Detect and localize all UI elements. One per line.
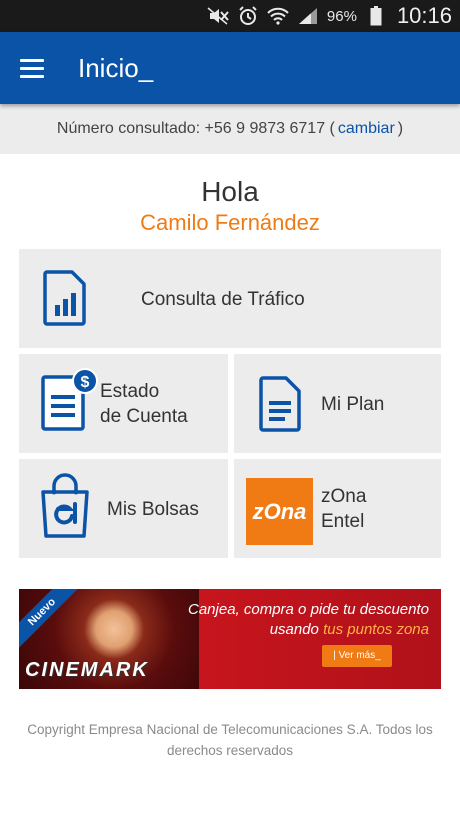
bill-dollar-icon: $ xyxy=(41,367,99,438)
change-number-link[interactable]: cambiar xyxy=(338,120,395,138)
zona-logo-text: zOna xyxy=(252,498,307,524)
my-plan-tile[interactable]: Mi Plan xyxy=(234,354,441,453)
zona-entel-label-line2: Entel xyxy=(321,511,365,532)
see-more-button[interactable]: | Ver más_ xyxy=(322,645,392,667)
my-plan-label: Mi Plan xyxy=(321,394,385,415)
my-bags-tile[interactable]: Mis Bolsas xyxy=(19,459,228,558)
account-statement-label-line2: de Cuenta xyxy=(100,406,188,427)
alarm-icon xyxy=(237,5,259,27)
mute-icon xyxy=(207,5,229,27)
copyright-footer: Copyright Empresa Nacional de Telecomuni… xyxy=(27,722,433,758)
promo-tagline-highlight: tus puntos zona xyxy=(323,621,429,638)
traffic-query-tile[interactable]: Consulta de Tráfico xyxy=(19,249,441,348)
svg-text:$: $ xyxy=(81,374,90,391)
promo-tagline-prefix: usando xyxy=(269,621,319,638)
consulted-number-suffix: ) xyxy=(397,120,404,137)
zona-entel-tile[interactable]: zOna zOna Entel xyxy=(234,459,441,558)
promo-tagline-line2: usando tus puntos zona xyxy=(270,621,429,638)
hamburger-menu-icon[interactable] xyxy=(20,54,56,82)
account-statement-label-line1: Estado xyxy=(100,381,160,402)
page-title: Inicio_ xyxy=(78,52,154,83)
consulted-number-label: Número consultado: +56 9 9873 6717 ( xyxy=(56,120,335,137)
document-icon xyxy=(259,375,303,438)
battery-icon xyxy=(365,5,387,27)
promo-tagline-line1: Canjea, compra o pide tu descuento xyxy=(188,601,429,618)
clock: 10:16 xyxy=(396,3,452,28)
zona-logo: zOna xyxy=(246,478,313,545)
account-statement-tile[interactable]: $ Estado de Cuenta xyxy=(19,354,228,453)
cinemark-promo-banner[interactable]: Nuevo CINEMARK Canjea, compra o pide tu … xyxy=(19,589,441,689)
status-bar: 96% 10:16 xyxy=(0,0,460,32)
traffic-query-label: Consulta de Tráfico xyxy=(141,289,305,310)
wifi-icon xyxy=(267,5,289,27)
signal-icon xyxy=(297,5,319,27)
user-name: Camilo Fernández xyxy=(140,210,320,235)
my-bags-label: Mis Bolsas xyxy=(107,499,199,520)
zona-entel-label-line1: zOna xyxy=(321,486,367,507)
consulted-number-bar: Número consultado: +56 9 9873 6717 ( cam… xyxy=(0,104,460,154)
app-bar: Inicio_ xyxy=(0,32,460,104)
sim-chart-icon xyxy=(43,269,87,332)
shopping-bag-icon xyxy=(38,472,92,545)
greeting-heading: Hola xyxy=(201,176,259,207)
battery-percent: 96% xyxy=(326,7,357,25)
cinemark-logo: CINEMARK xyxy=(25,659,149,681)
